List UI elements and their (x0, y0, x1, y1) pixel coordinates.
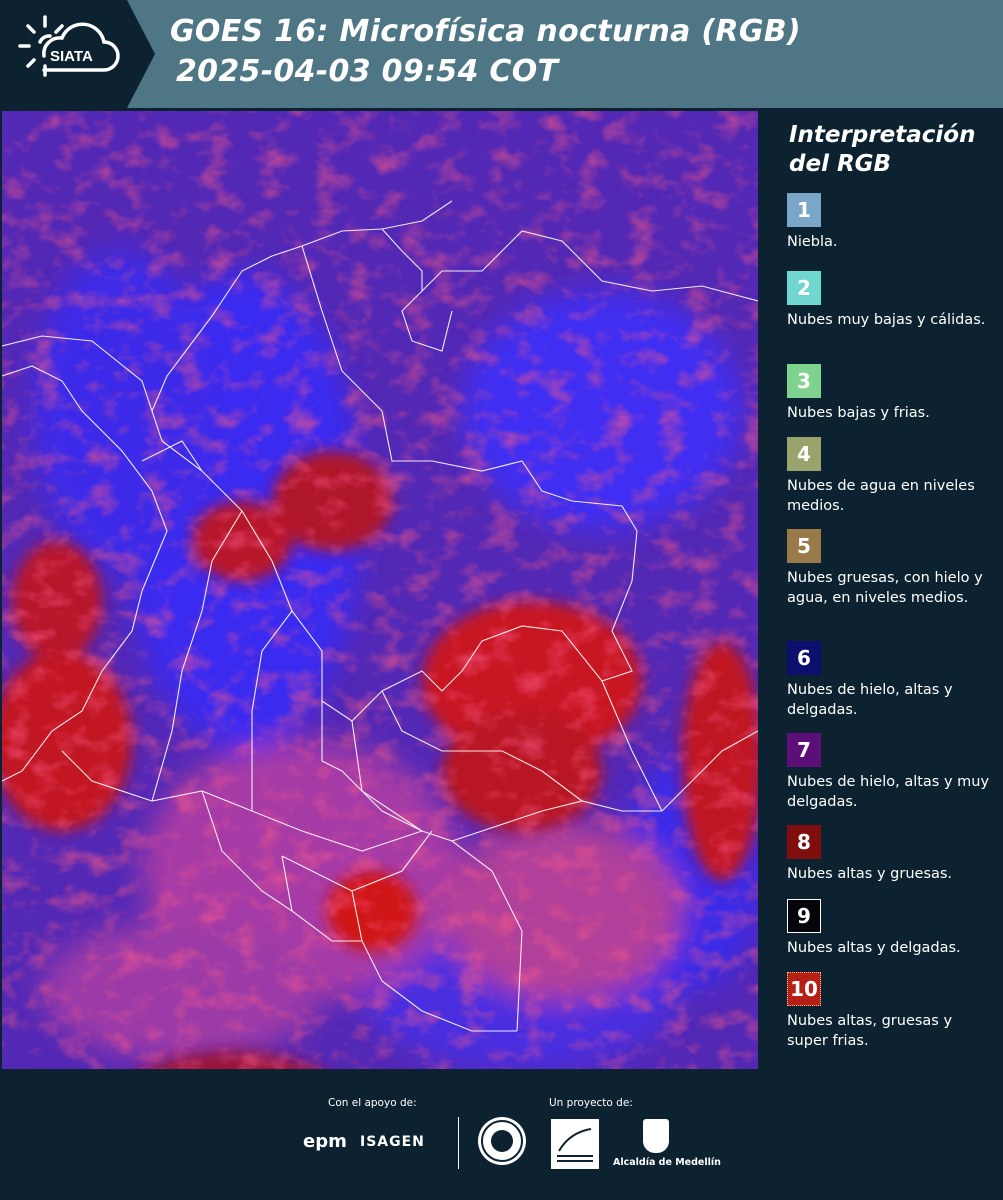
legend-swatch: 3 (787, 364, 821, 398)
legend-swatch: 9 (787, 899, 821, 933)
legend-swatch: 7 (787, 733, 821, 767)
legend-item-hielo-muy-delgadas: 7 Nubes de hielo, altas y muy delgadas. (787, 733, 997, 812)
seal-logo (478, 1117, 526, 1165)
legend-label: Nubes de agua en niveles medios. (787, 478, 975, 514)
legend-swatch: 6 (787, 641, 821, 675)
legend-panel: Interpretación del RGB 1 Niebla. 2 Nubes… (776, 111, 1003, 1069)
legend-swatch: 5 (787, 529, 821, 563)
legend-item-nubes-gruesas: 5 Nubes gruesas, con hielo y agua, en ni… (787, 529, 997, 608)
legend-item-altas-gruesas: 8 Nubes altas y gruesas. (787, 825, 997, 884)
legend-item-super-frias: 10 Nubes altas, gruesas y super frias. (787, 972, 997, 1051)
medellin-logo: Alcaldía de Medellín (613, 1117, 721, 1171)
footer: Con el apoyo de: Un proyecto de: epm ISA… (0, 1071, 1003, 1200)
legend-item-niebla: 1 Niebla. (787, 193, 997, 252)
legend-swatch: 2 (787, 271, 821, 305)
legend-label: Nubes altas y delgadas. (787, 940, 961, 956)
project-label: Un proyecto de: (549, 1097, 633, 1109)
header-bar: SIATA GOES 16: Microfísica nocturna (RGB… (0, 0, 1003, 108)
epm-logo: epm (303, 1131, 347, 1152)
legend-label: Nubes gruesas, con hielo y agua, en nive… (787, 570, 983, 606)
legend-label: Nubes altas, gruesas y super frias. (787, 1013, 953, 1049)
legend-item-hielo-delgadas: 6 Nubes de hielo, altas y delgadas. (787, 641, 997, 720)
legend-item-nubes-bajas: 3 Nubes bajas y frias. (787, 364, 997, 423)
medellin-shield-icon (643, 1119, 669, 1153)
timestamp: 2025-04-03 09:54 COT (176, 54, 559, 89)
legend-swatch: 8 (787, 825, 821, 859)
legend-swatch: 10 (787, 972, 821, 1006)
legend-title: Interpretación del RGB (789, 122, 976, 177)
legend-label: Nubes muy bajas y cálidas. (787, 312, 986, 328)
legend-item-nubes-agua: 4 Nubes de agua en niveles medios. (787, 437, 997, 516)
legend-label: Niebla. (787, 234, 838, 250)
legend-label: Nubes altas y gruesas. (787, 866, 953, 882)
legend-label: Nubes de hielo, altas y delgadas. (787, 682, 953, 718)
legend-swatch: 1 (787, 193, 821, 227)
map-side-strip (758, 111, 776, 1069)
medellin-logo-text: Alcaldía de Medellín (613, 1157, 721, 1168)
metropolitan-area-logo (551, 1119, 599, 1169)
siata-logo-text: SIATA (50, 48, 93, 65)
siata-logo: SIATA (0, 0, 155, 108)
satellite-map (2, 111, 758, 1069)
legend-item-altas-delgadas: 9 Nubes altas y delgadas. (787, 899, 997, 958)
footer-divider (458, 1117, 459, 1169)
legend-swatch: 4 (787, 437, 821, 471)
support-label: Con el apoyo de: (328, 1097, 417, 1109)
page-title: GOES 16: Microfísica nocturna (RGB) (170, 14, 801, 49)
isagen-logo: ISAGEN (360, 1134, 425, 1150)
legend-label: Nubes bajas y frias. (787, 405, 930, 421)
legend-label: Nubes de hielo, altas y muy delgadas. (787, 774, 990, 810)
legend-item-nubes-muy-bajas: 2 Nubes muy bajas y cálidas. (787, 271, 997, 330)
